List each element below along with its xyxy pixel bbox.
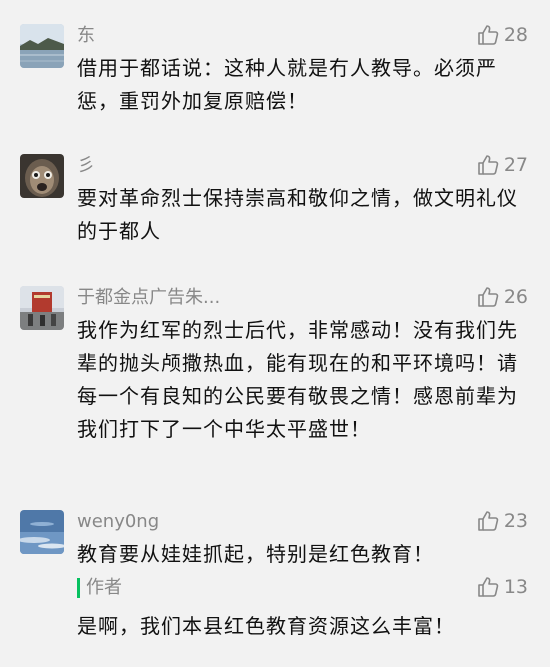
like-count: 28 [503, 24, 528, 46]
comment-item: weny0ng 23 教育要从娃娃抓起，特别是红色教育！ [0, 510, 550, 570]
author-reply: 作者 13 是啊，我们本县红色教育资源这么丰富！ [0, 576, 550, 656]
like-button[interactable]: 13 [476, 574, 528, 600]
comment-text: 借用于都话说：这种人就是冇人教导。必须严惩，重罚外加复原赔偿！ [77, 56, 497, 113]
like-count: 23 [503, 510, 528, 532]
thumbs-up-icon [478, 577, 499, 597]
comment-username[interactable]: 于都金点广告朱... [77, 286, 220, 310]
comment-text: 教育要从娃娃抓起，特别是红色教育！ [77, 542, 434, 566]
comment-username[interactable]: weny0ng [77, 510, 159, 534]
avatar[interactable] [20, 154, 64, 198]
comment-username[interactable]: 彡 [77, 154, 95, 178]
like-button[interactable]: 28 [476, 22, 528, 48]
avatar[interactable] [20, 286, 64, 330]
comment-item: 彡 27 要对革命烈士保持崇高和敬仰之情，做文明礼仪的于都人 [0, 154, 550, 244]
comment-item: 东 28 借用于都话说：这种人就是冇人教导。必须严惩，重罚外加复原赔偿！ [0, 24, 550, 114]
comment-text: 我作为红军的烈士后代，非常感动！没有我们先辈的抛头颅撒热血，能有现在的和平环境吗… [77, 318, 518, 441]
comment-item: 于都金点广告朱... 26 我作为红军的烈士后代，非常感动！没有我们先辈的抛头颅… [0, 286, 550, 486]
thumbs-up-icon [478, 25, 499, 45]
thumbs-up-icon [478, 155, 499, 175]
thumbs-up-icon [478, 287, 499, 307]
reply-text: 是啊，我们本县红色教育资源这么丰富！ [77, 614, 455, 638]
like-button[interactable]: 23 [476, 508, 528, 534]
author-reply-accent-bar [77, 578, 80, 598]
comment-text: 要对革命烈士保持崇高和敬仰之情，做文明礼仪的于都人 [77, 186, 518, 243]
like-button[interactable]: 26 [476, 284, 528, 310]
like-count: 27 [503, 154, 528, 176]
like-count: 26 [503, 286, 528, 308]
avatar[interactable] [20, 510, 64, 554]
author-label: 作者 [86, 577, 122, 598]
like-button[interactable]: 27 [476, 152, 528, 178]
avatar[interactable] [20, 24, 64, 68]
thumbs-up-icon [478, 511, 499, 531]
comment-username[interactable]: 东 [77, 24, 95, 48]
like-count: 13 [503, 576, 528, 598]
